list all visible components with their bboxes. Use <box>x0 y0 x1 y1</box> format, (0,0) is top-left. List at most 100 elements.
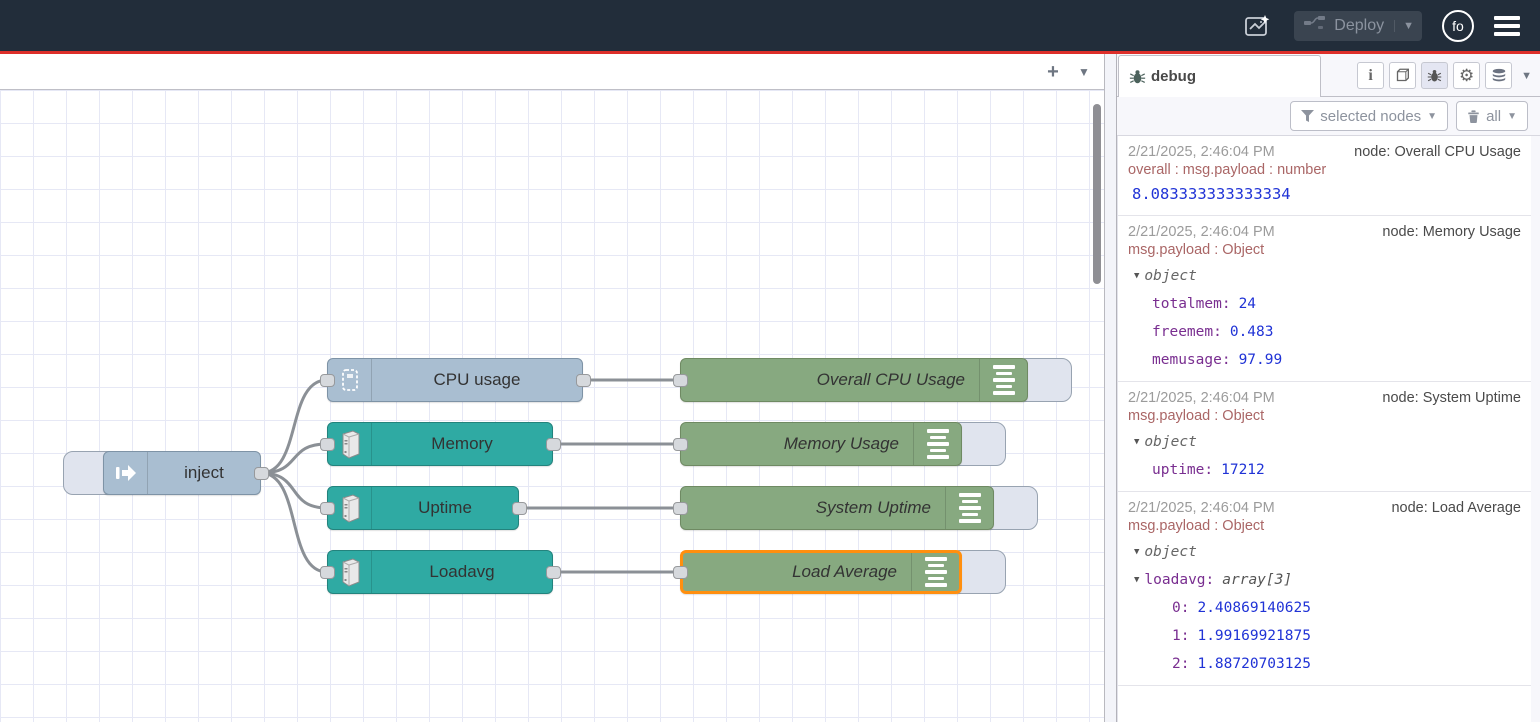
object-root-row[interactable]: ▼ object <box>1128 428 1521 456</box>
entry-value: 24 <box>1239 296 1256 312</box>
node-label: System Uptime <box>681 487 945 529</box>
entry-key: memusage: <box>1152 352 1231 368</box>
deploy-icon <box>1304 15 1326 36</box>
debug-message-list[interactable]: 2/21/2025, 2:46:04 PM node: Overall CPU … <box>1117 136 1531 722</box>
flow-list-caret[interactable]: ▼ <box>1072 59 1096 85</box>
workspace: + ▼ inject <box>0 54 1105 722</box>
entry-key: loadavg: <box>1144 572 1214 588</box>
output-port[interactable] <box>546 566 561 579</box>
deploy-label: Deploy <box>1334 17 1384 35</box>
filter-nodes-button[interactable]: selected nodes ▼ <box>1290 101 1448 131</box>
flow-assistant-icon[interactable] <box>1242 10 1274 42</box>
input-port[interactable] <box>673 374 688 387</box>
help-tab-button[interactable] <box>1389 62 1416 89</box>
node-debug-uptime[interactable]: System Uptime <box>680 486 994 530</box>
entry-key: 1: <box>1172 628 1189 644</box>
message-source-node: node: System Uptime <box>1382 390 1521 406</box>
entry-key: freemem: <box>1152 324 1222 340</box>
inject-arrow-icon <box>104 452 148 494</box>
sidebar-tabbar: debug i <box>1117 54 1540 97</box>
sidebar-resize-handle[interactable] <box>1105 54 1116 722</box>
debug-message[interactable]: 2/21/2025, 2:46:04 PM node: Load Average… <box>1118 492 1531 686</box>
debug-filter-row: selected nodes ▼ all ▼ <box>1117 97 1540 136</box>
array-root-row[interactable]: ▼ loadavg: array[3] <box>1128 566 1521 594</box>
object-root-row[interactable]: ▼ object <box>1128 538 1521 566</box>
deploy-button[interactable]: Deploy ▼ <box>1294 11 1422 41</box>
message-source-node: node: Overall CPU Usage <box>1354 144 1521 160</box>
node-loadavg[interactable]: Loadavg <box>327 550 553 594</box>
clear-messages-label: all <box>1486 108 1501 125</box>
input-port[interactable] <box>673 566 688 579</box>
sidebar-options-caret[interactable]: ▼ <box>1517 70 1532 82</box>
message-source-node: node: Memory Usage <box>1382 224 1521 240</box>
clear-messages-button[interactable]: all ▼ <box>1456 101 1528 131</box>
output-port[interactable] <box>512 502 527 515</box>
array-entry-row: 1: 1.99169921875 <box>1128 622 1521 650</box>
collapse-caret-icon[interactable]: ▼ <box>1134 271 1139 281</box>
info-tab-button[interactable]: i <box>1357 62 1384 89</box>
debug-output-icon <box>945 487 993 529</box>
message-timestamp: 2/21/2025, 2:46:04 PM <box>1128 390 1275 406</box>
canvas-vertical-scrollbar[interactable] <box>1093 104 1101 284</box>
node-label: CPU usage <box>372 359 582 401</box>
config-tab-button[interactable]: ⚙ <box>1453 62 1480 89</box>
add-flow-button[interactable]: + <box>1040 59 1066 85</box>
output-port[interactable] <box>254 467 269 480</box>
node-debug-memory[interactable]: Memory Usage <box>680 422 962 466</box>
node-uptime[interactable]: Uptime <box>327 486 519 530</box>
node-label: Load Average <box>683 553 911 591</box>
debug-tab-button[interactable] <box>1421 62 1448 89</box>
collapse-caret-icon[interactable]: ▼ <box>1134 437 1139 447</box>
entry-value: 17212 <box>1221 462 1265 478</box>
book-icon <box>1395 68 1410 83</box>
input-port[interactable] <box>320 438 335 451</box>
node-label: Loadavg <box>372 551 552 593</box>
avatar-initials: fo <box>1452 18 1464 34</box>
node-inject[interactable]: inject <box>103 451 261 495</box>
object-root-row[interactable]: ▼ object <box>1128 262 1521 290</box>
deploy-options-caret[interactable]: ▼ <box>1394 20 1414 32</box>
array-type-label: array[3] <box>1222 572 1292 588</box>
collapse-caret-icon[interactable]: ▼ <box>1134 547 1139 557</box>
array-entry-row: 2: 1.88720703125 <box>1128 650 1521 678</box>
flow-tabbar: + ▼ <box>0 54 1104 90</box>
collapse-caret-icon[interactable]: ▼ <box>1134 575 1139 585</box>
output-port[interactable] <box>576 374 591 387</box>
database-icon <box>1491 68 1507 84</box>
message-source-node: node: Load Average <box>1391 500 1521 516</box>
debug-output-icon <box>979 359 1027 401</box>
entry-key: totalmem: <box>1152 296 1231 312</box>
tab-debug-label: debug <box>1151 68 1196 85</box>
input-port[interactable] <box>673 438 688 451</box>
message-timestamp: 2/21/2025, 2:46:04 PM <box>1128 144 1275 160</box>
sidebar-toolbar: i ⚙ <box>1357 62 1532 89</box>
bug-icon <box>1427 68 1442 83</box>
node-label: Uptime <box>372 487 518 529</box>
node-label: Memory Usage <box>681 423 913 465</box>
debug-message[interactable]: 2/21/2025, 2:46:04 PM node: Memory Usage… <box>1118 216 1531 382</box>
output-port[interactable] <box>546 438 561 451</box>
entry-value: 1.88720703125 <box>1197 656 1311 672</box>
main-menu-icon[interactable] <box>1494 16 1520 36</box>
debug-output-icon <box>913 423 961 465</box>
debug-message[interactable]: 2/21/2025, 2:46:04 PM node: System Uptim… <box>1118 382 1531 492</box>
node-label: Overall CPU Usage <box>681 359 979 401</box>
tab-debug[interactable]: debug <box>1118 55 1321 97</box>
entry-value: 2.40869140625 <box>1197 600 1311 616</box>
node-cpu-usage[interactable]: CPU usage <box>327 358 583 402</box>
message-timestamp: 2/21/2025, 2:46:04 PM <box>1128 224 1275 240</box>
message-property: overall : msg.payload : number <box>1128 162 1521 182</box>
context-tab-button[interactable] <box>1485 62 1512 89</box>
user-avatar[interactable]: fo <box>1442 10 1474 42</box>
debug-message[interactable]: 2/21/2025, 2:46:04 PM node: Overall CPU … <box>1118 136 1531 216</box>
entry-value: 1.99169921875 <box>1197 628 1311 644</box>
input-port[interactable] <box>320 502 335 515</box>
input-port[interactable] <box>320 374 335 387</box>
flow-canvas[interactable]: inject CPU usage Memory <box>0 90 1104 722</box>
input-port[interactable] <box>673 502 688 515</box>
wires-layer[interactable] <box>0 90 1104 722</box>
node-debug-loadavg-selected[interactable]: Load Average <box>680 550 962 594</box>
node-debug-overall-cpu[interactable]: Overall CPU Usage <box>680 358 1028 402</box>
node-memory[interactable]: Memory <box>327 422 553 466</box>
input-port[interactable] <box>320 566 335 579</box>
